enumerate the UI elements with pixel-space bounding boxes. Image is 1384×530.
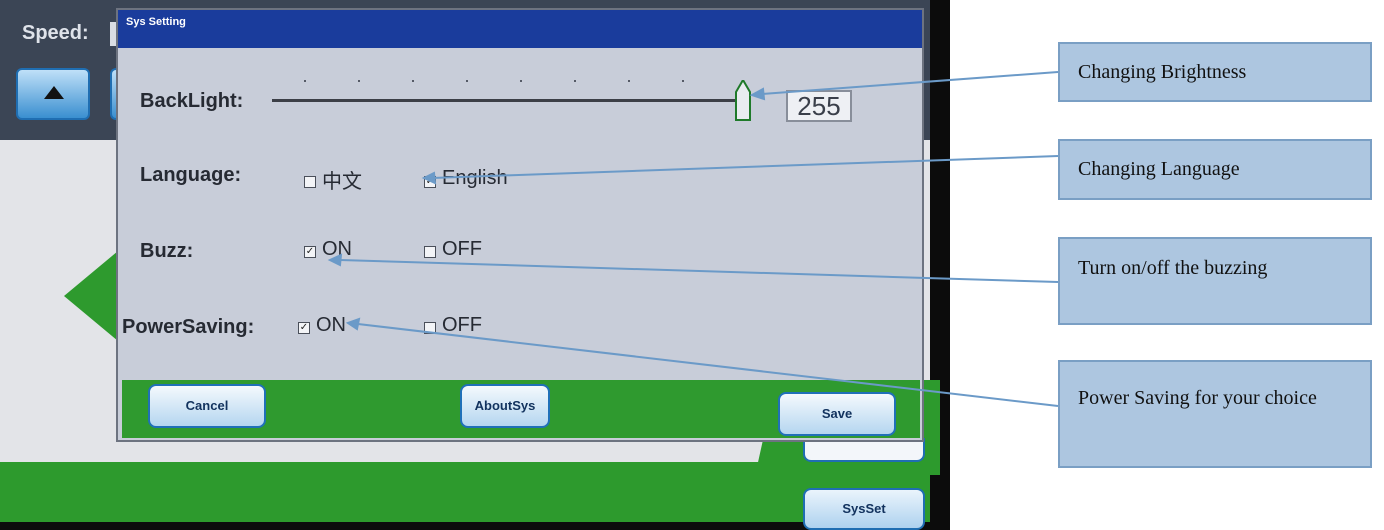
slider-tick [358,80,360,82]
backlight-slider-track[interactable] [272,99,750,102]
buzz-off-checkbox[interactable] [424,246,436,258]
power-saving-off-text: OFF [442,314,482,336]
screen-bottom-bar [0,462,930,522]
language-english-text: English [442,167,508,189]
cancel-button[interactable]: Cancel [148,384,266,428]
up-arrow-button[interactable] [16,68,90,120]
slider-tick [520,80,522,82]
slider-tick [628,80,630,82]
dialog-title-bar: Sys Setting [118,10,922,48]
slider-tick [682,80,684,82]
backlight-label: BackLight: [140,90,244,112]
callout-brightness-text: Changing Brightness [1078,61,1247,83]
callout-power-saving-text: Power Saving for your choice [1078,387,1317,409]
buzz-on-text: ON [322,238,352,260]
sysset-button[interactable]: SysSet [803,488,925,530]
callout-buzzing: Turn on/off the buzzing [1058,237,1372,325]
slider-tick [574,80,576,82]
slider-tick [304,80,306,82]
callout-language-text: Changing Language [1078,158,1240,180]
buzz-off-text: OFF [442,238,482,260]
power-saving-on-text: ON [316,314,346,336]
callout-language: Changing Language [1058,139,1372,200]
buzz-label: Buzz: [140,240,194,262]
speed-label: Speed: [22,22,89,44]
backlight-value[interactable]: 255 [786,90,852,122]
about-sys-button[interactable]: AboutSys [460,384,550,428]
buzz-on-checkbox[interactable]: ✓ [304,246,316,258]
power-saving-label: PowerSaving: [122,316,255,338]
backlight-slider-thumb[interactable] [735,80,751,124]
device-screen: Speed: SysSet Sys Setting BackLight: 255… [0,0,950,530]
language-chinese-checkbox[interactable] [304,176,316,188]
sys-setting-dialog: Sys Setting BackLight: 255 Language: 中文 … [116,8,924,442]
language-label: Language: [140,164,242,186]
language-chinese-text: 中文 [322,171,362,193]
language-english-checkbox[interactable]: ✓ [424,176,436,188]
dialog-title: Sys Setting [126,16,186,28]
power-saving-on-checkbox[interactable]: ✓ [298,322,310,334]
callout-power-saving: Power Saving for your choice [1058,360,1372,468]
callout-brightness: Changing Brightness [1058,42,1372,102]
up-arrow-icon [44,86,64,99]
power-saving-off-checkbox[interactable] [424,322,436,334]
callout-buzzing-text: Turn on/off the buzzing [1078,257,1268,279]
slider-tick [412,80,414,82]
save-button[interactable]: Save [778,392,896,436]
slider-tick [466,80,468,82]
